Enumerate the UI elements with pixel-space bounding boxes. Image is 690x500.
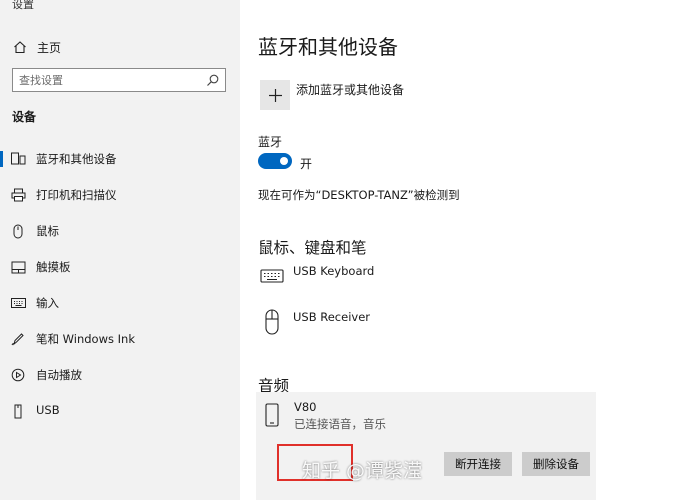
sidebar-item-mouse[interactable]: 鼠标: [0, 220, 240, 242]
remove-device-button[interactable]: 删除设备: [522, 452, 590, 476]
home-label: 主页: [37, 40, 62, 55]
sidebar-item-label: 蓝牙和其他设备: [36, 152, 117, 166]
sidebar-item-label: 笔和 Windows Ink: [36, 332, 135, 346]
sidebar-item-bluetooth[interactable]: 蓝牙和其他设备: [0, 148, 240, 170]
selection-indicator: [0, 151, 3, 167]
sidebar-item-label: 自动播放: [36, 368, 82, 382]
device-name-v80: V80: [294, 400, 317, 414]
sidebar-item-label: 打印机和扫描仪: [36, 188, 117, 202]
section-title-input-devices: 鼠标、键盘和笔: [258, 239, 367, 257]
sidebar-item-typing[interactable]: 输入: [0, 292, 240, 314]
bluetooth-toggle-state: 开: [300, 157, 313, 171]
autoplay-icon: [10, 367, 26, 383]
search-box: [12, 68, 226, 92]
bluetooth-devices-icon: [10, 151, 26, 167]
section-header-devices: 设备: [12, 110, 37, 124]
audio-device-panel[interactable]: V80 已连接语音，音乐 断开连接 删除设备: [256, 392, 596, 500]
app-title: 设置: [12, 0, 34, 11]
plus-icon: [268, 88, 283, 103]
pen-icon: [10, 331, 26, 347]
sidebar-item-label: 输入: [36, 296, 59, 310]
home-icon: [12, 39, 28, 55]
device-name-receiver[interactable]: USB Receiver: [293, 310, 370, 324]
mouse-icon: [260, 308, 284, 336]
page-title: 蓝牙和其他设备: [258, 35, 398, 59]
printer-icon: [10, 187, 26, 203]
keyboard-icon: [260, 266, 284, 286]
sidebar-item-touchpad[interactable]: 触摸板: [0, 256, 240, 278]
main-content: 蓝牙和其他设备 添加蓝牙或其他设备 蓝牙 开 现在可作为“DESKTOP-TAN…: [240, 0, 690, 500]
sidebar: 设置 主页 设备 蓝牙和其他设备 打印机和扫描仪 鼠标: [0, 0, 240, 500]
search-icon[interactable]: [206, 74, 219, 87]
touchpad-icon: [10, 259, 26, 275]
phone-icon: [264, 402, 280, 428]
sidebar-item-printers[interactable]: 打印机和扫描仪: [0, 184, 240, 206]
home-nav-item[interactable]: 主页: [12, 38, 61, 56]
keyboard-icon: [10, 295, 26, 311]
add-device-label[interactable]: 添加蓝牙或其他设备: [296, 81, 404, 98]
sidebar-item-label: 鼠标: [36, 224, 59, 238]
device-name-keyboard[interactable]: USB Keyboard: [293, 264, 374, 278]
sidebar-item-autoplay[interactable]: 自动播放: [0, 364, 240, 386]
sidebar-item-pen[interactable]: 笔和 Windows Ink: [0, 328, 240, 350]
bluetooth-toggle[interactable]: [258, 153, 292, 169]
mouse-icon: [10, 223, 26, 239]
bluetooth-label: 蓝牙: [258, 135, 283, 149]
device-status-v80: 已连接语音，音乐: [294, 417, 386, 431]
sidebar-item-label: USB: [36, 403, 60, 417]
add-device-button[interactable]: [260, 80, 290, 110]
search-input[interactable]: [19, 73, 206, 87]
sidebar-item-usb[interactable]: USB: [0, 400, 240, 422]
discoverable-text: 现在可作为“DESKTOP-TANZ”被检测到: [258, 188, 460, 202]
disconnect-button[interactable]: 断开连接: [444, 452, 512, 476]
usb-icon: [10, 403, 26, 419]
toggle-knob: [280, 157, 288, 165]
sidebar-item-label: 触摸板: [36, 260, 71, 274]
